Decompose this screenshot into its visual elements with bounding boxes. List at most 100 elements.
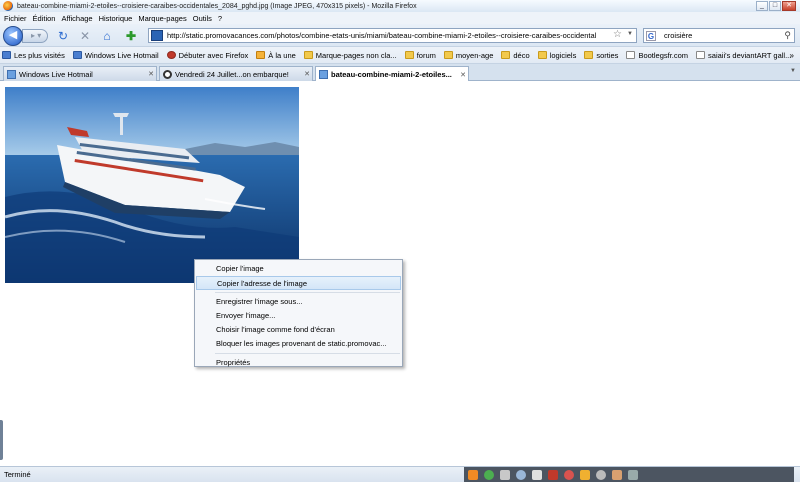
bookmark-label: saiaii's deviantART gall... [708, 50, 792, 60]
site-favicon-icon [319, 70, 328, 79]
send-image-item[interactable]: Envoyer l'image... [195, 309, 402, 323]
bookmarks-overflow-chevron-icon[interactable]: » [790, 51, 794, 60]
cruise-ship-image[interactable] [5, 87, 299, 283]
back-arrow-icon: ◀ [8, 29, 18, 41]
bookmark-getting-started[interactable]: Débuter avec Firefox [166, 50, 249, 60]
bookmark-label: Les plus visités [14, 50, 65, 60]
power-icon[interactable] [484, 469, 494, 480]
bookmark-logiciels[interactable]: logiciels [537, 50, 577, 60]
magnifier-icon[interactable] [564, 469, 574, 480]
status-bar: Terminé [0, 466, 800, 482]
firefox-icon [166, 51, 176, 59]
bookmark-label: À la une [268, 50, 296, 60]
folder-icon [537, 51, 547, 59]
globe-icon[interactable] [596, 469, 606, 480]
tab-label: bateau-combine-miami-2-etoiles... [331, 70, 452, 79]
home-icon: ⌂ [103, 29, 111, 43]
menu-separator [215, 292, 400, 293]
search-icon[interactable]: ⚲ [784, 30, 791, 41]
maximize-button[interactable]: □ [769, 1, 781, 11]
rewind-icon[interactable] [548, 469, 558, 480]
menu-file[interactable]: Fichier [4, 14, 27, 23]
bookmark-deco[interactable]: déco [501, 51, 530, 60]
block-images-item[interactable]: Bloquer les images provenant de static.p… [195, 337, 402, 351]
save-image-as-item[interactable]: Enregistrer l'image sous... [195, 295, 402, 309]
menu-separator [215, 353, 400, 354]
stop-button[interactable]: ✕ [78, 29, 92, 43]
addon-button[interactable]: ✚ [124, 29, 138, 43]
bookmark-icon [2, 51, 11, 59]
settings-icon[interactable] [628, 469, 638, 480]
bookmark-label: Débuter avec Firefox [178, 50, 249, 60]
addon-tray [464, 467, 794, 482]
bookmark-headlines[interactable]: À la une [256, 51, 296, 60]
bookmark-hotmail[interactable]: Windows Live Hotmail [72, 50, 159, 60]
folder-icon [404, 51, 414, 59]
tab-close-icon[interactable]: ✕ [458, 71, 468, 79]
forward-arrow-icon: ▸ ▾ [31, 31, 42, 40]
window-controls: _ □ ✕ [756, 1, 796, 11]
tab-bateau[interactable]: bateau-combine-miami-2-etoiles... ✕ [315, 66, 469, 82]
menu-history[interactable]: Historique [99, 14, 133, 23]
url-input[interactable]: http://static.promovacances.com/photos/c… [167, 31, 612, 40]
navigation-toolbar: ▸ ▾ ◀ ↻ ✕ ⌂ ✚ http://static.promovacance… [0, 24, 800, 47]
home-button[interactable]: ⌂ [100, 29, 114, 43]
bookmark-label: forum [416, 50, 436, 60]
chat-icon[interactable] [516, 469, 526, 480]
tab-label: Vendredi 24 Juillet...on embarque! [175, 69, 289, 79]
menu-tools[interactable]: Outils [193, 14, 212, 23]
addon-icon[interactable] [612, 469, 622, 480]
bookmark-deviantart[interactable]: saiaii's deviantART gall... [696, 51, 791, 60]
bookmark-moyen-age[interactable]: moyen-age [443, 51, 493, 60]
back-button[interactable]: ◀ [3, 26, 23, 46]
bookmark-label: sorties [596, 50, 619, 60]
reload-icon: ↻ [57, 29, 69, 43]
bookmark-label: Bootlegsfr.com [638, 50, 689, 60]
tab-close-icon[interactable]: ✕ [302, 70, 312, 78]
bookmark-label: logiciels [549, 50, 577, 60]
bookmark-icon [72, 51, 82, 59]
bookmark-label: Windows Live Hotmail [84, 50, 159, 60]
cookie-icon[interactable] [580, 469, 590, 480]
tab-vendredi[interactable]: Vendredi 24 Juillet...on embarque! ✕ [159, 66, 313, 81]
page-content: Copier l'image Copier l'adresse de l'ima… [0, 81, 800, 466]
folder-icon [501, 51, 511, 59]
menu-bar: Fichier Édition Affichage Historique Mar… [0, 12, 800, 24]
firefox-logo-icon [3, 1, 13, 11]
copy-image-item[interactable]: Copier l'image [195, 262, 402, 276]
rss-icon[interactable] [468, 469, 478, 480]
hotmail-icon [7, 69, 16, 79]
menu-view[interactable]: Affichage [61, 14, 92, 23]
search-engine-icon[interactable]: G [646, 30, 656, 41]
bookmark-forum[interactable]: forum [404, 50, 436, 60]
window-title: bateau-combine-miami-2-etoiles--croisier… [17, 2, 417, 10]
url-bar[interactable]: http://static.promovacances.com/photos/c… [148, 28, 637, 43]
properties-item[interactable]: Propriétés [195, 356, 402, 370]
search-bar[interactable]: G croisière ⚲ [643, 28, 795, 43]
search-input[interactable]: croisière [664, 31, 692, 40]
copy-image-address-item[interactable]: Copier l'adresse de l'image [196, 276, 401, 290]
close-button[interactable]: ✕ [782, 1, 796, 11]
forward-button[interactable]: ▸ ▾ [22, 29, 48, 43]
window-edge [0, 420, 3, 460]
status-text: Terminé [4, 470, 31, 479]
star-icon[interactable] [500, 469, 510, 480]
reload-button[interactable]: ↻ [56, 29, 70, 43]
bookmark-most-visited[interactable]: Les plus visités [2, 51, 65, 60]
bookmark-star-icon[interactable]: ☆ [613, 29, 622, 40]
set-as-desktop-background-item[interactable]: Choisir l'image comme fond d'écran [195, 323, 402, 337]
minimize-button[interactable]: _ [756, 1, 768, 11]
note-icon[interactable] [532, 469, 542, 480]
menu-bookmarks[interactable]: Marque-pages [138, 14, 186, 23]
bookmark-unsorted[interactable]: Marque-pages non cla... [303, 51, 397, 60]
bookmark-sorties[interactable]: sorties [584, 51, 618, 60]
bookmark-bootlegsfr[interactable]: Bootlegsfr.com [626, 51, 688, 60]
menu-help[interactable]: ? [218, 14, 222, 23]
tab-close-icon[interactable]: ✕ [146, 70, 156, 78]
tab-list-dropdown-icon[interactable]: ▼ [790, 68, 796, 74]
url-dropdown-icon[interactable]: ▼ [627, 31, 633, 37]
menu-edit[interactable]: Édition [33, 14, 56, 23]
stop-icon: ✕ [79, 29, 91, 43]
folder-icon [303, 51, 313, 59]
tab-hotmail[interactable]: Windows Live Hotmail ✕ [3, 66, 157, 81]
